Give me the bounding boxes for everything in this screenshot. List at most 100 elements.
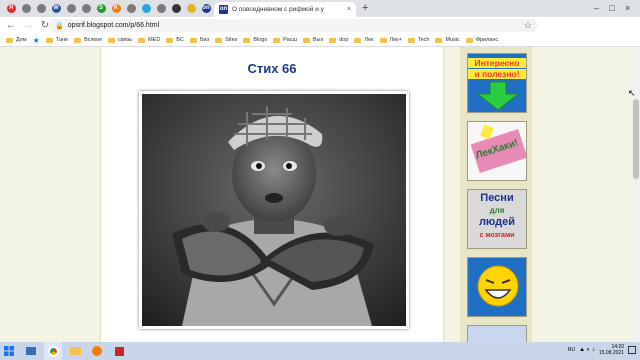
- maximize-icon[interactable]: □: [609, 2, 614, 14]
- sidebar: Интересно и полезно! ЛекХаки! Песни для …: [460, 47, 532, 345]
- folder-icon: [215, 37, 223, 43]
- bookmark-item[interactable]: Blogs: [243, 37, 267, 43]
- browser-toolbar: ← → ↻ 🔒 opsrif.blogspot.com/p/66.html ☆ …: [0, 17, 640, 46]
- banner-line1: Интересно: [468, 58, 526, 68]
- active-tab-title: О повседневном с рифмой и у: [232, 6, 324, 13]
- bookmark-item[interactable]: Music: [435, 37, 460, 43]
- folder-icon: [407, 37, 415, 43]
- bookmark-item[interactable]: Биз: [189, 37, 210, 43]
- browser-tab[interactable]: W: [49, 2, 63, 15]
- url-text: opsrif.blogspot.com/p/66.html: [67, 22, 160, 29]
- bookmark-item[interactable]: ★: [33, 36, 40, 45]
- sber-favicon-icon: S: [96, 4, 106, 13]
- bookmark-item[interactable]: dop: [329, 37, 348, 43]
- avast-icon: [92, 346, 102, 356]
- folder-icon: [166, 37, 174, 43]
- bookmark-label: Фриланс: [475, 37, 499, 43]
- bookmark-item[interactable]: Тане: [45, 37, 69, 43]
- bookmark-star-icon: ★: [32, 35, 40, 45]
- bookmark-item[interactable]: Всякое: [74, 37, 102, 43]
- bookmark-label: Дом: [16, 37, 27, 43]
- bookmark-item[interactable]: Tech: [407, 37, 429, 43]
- browser-tab[interactable]: [139, 2, 153, 15]
- notifications-icon[interactable]: [628, 346, 636, 354]
- browser-tab[interactable]: [154, 2, 168, 15]
- interesting-useful-banner[interactable]: Интересно и полезно!: [467, 53, 527, 113]
- browser-tab[interactable]: [79, 2, 93, 15]
- tray-icons[interactable]: ▲ ◐ ♪: [579, 347, 595, 353]
- browser-tab[interactable]: [184, 2, 198, 15]
- new-tab-button[interactable]: +: [362, 2, 368, 15]
- avast-taskbar-button[interactable]: [88, 342, 106, 360]
- songs-banner[interactable]: Песни для людей с мозгами: [467, 189, 527, 249]
- bookmark-star-icon[interactable]: ☆: [524, 20, 532, 31]
- language-indicator[interactable]: RU: [568, 347, 575, 353]
- smiley-banner[interactable]: [467, 257, 527, 317]
- post-column: Стих 66: [100, 47, 444, 342]
- bookmark-item[interactable]: MED: [138, 37, 160, 43]
- browser-tab[interactable]: on: [199, 2, 213, 15]
- folder-icon: [69, 347, 81, 355]
- site-favicon-gray-icon: [81, 4, 91, 13]
- bookmark-label: Sites: [225, 37, 238, 43]
- close-window-icon[interactable]: ×: [625, 2, 630, 14]
- browser-tab[interactable]: [64, 2, 78, 15]
- banner-line2: для: [489, 206, 505, 215]
- start-button[interactable]: [0, 342, 18, 360]
- bookmark-item[interactable]: Дом: [6, 37, 27, 43]
- forward-arrow-icon[interactable]: →: [22, 20, 34, 32]
- chrome-taskbar-button[interactable]: [44, 342, 62, 360]
- browser-tab[interactable]: K: [109, 2, 123, 15]
- browser-tab[interactable]: [169, 2, 183, 15]
- clock[interactable]: 14:20 15.08.2021: [599, 344, 624, 356]
- active-tab[interactable]: on О повседневном с рифмой и у ×: [214, 2, 356, 17]
- lekhaki-banner[interactable]: ЛекХаки!: [467, 121, 527, 181]
- red-app-icon: [114, 346, 124, 356]
- folder-icon: [74, 37, 82, 43]
- bookmark-item[interactable]: Sites: [215, 37, 237, 43]
- blog-favicon-icon: on: [201, 4, 211, 13]
- site-favicon-gray-icon: [66, 4, 76, 13]
- browser-tab[interactable]: Я: [4, 2, 18, 15]
- folder-icon: [302, 37, 310, 43]
- folder-icon: [189, 37, 197, 43]
- back-arrow-icon[interactable]: ←: [5, 20, 17, 32]
- yellow-favicon-icon: [186, 4, 196, 13]
- browser-tab[interactable]: [124, 2, 138, 15]
- minimize-icon[interactable]: –: [594, 2, 599, 14]
- explorer-icon: [26, 347, 36, 355]
- bookmark-item[interactable]: Лек: [354, 37, 374, 43]
- site-favicon-gray-icon: [156, 4, 166, 13]
- windows-taskbar: RU ▲ ◐ ♪ 14:20 15.08.2021: [0, 342, 640, 360]
- bookmark-item[interactable]: связь: [108, 37, 132, 43]
- browser-tab[interactable]: S: [94, 2, 108, 15]
- browser-tab[interactable]: [34, 2, 48, 15]
- app-taskbar-button[interactable]: [110, 342, 128, 360]
- bookmark-label: Тане: [55, 37, 69, 43]
- bookmark-item[interactable]: Лек+: [379, 37, 402, 43]
- address-bar[interactable]: 🔒 opsrif.blogspot.com/p/66.html ☆: [48, 19, 538, 32]
- folder-taskbar-button[interactable]: [66, 342, 84, 360]
- scrollbar-thumb[interactable]: [633, 99, 639, 179]
- bookmark-item[interactable]: BC: [166, 37, 184, 43]
- bookmark-item[interactable]: Расш: [273, 37, 297, 43]
- explorer-taskbar-button[interactable]: [22, 342, 40, 360]
- folder-icon: [6, 37, 13, 43]
- browser-tab[interactable]: [19, 2, 33, 15]
- windows-logo-icon: [4, 346, 14, 356]
- bookmark-item[interactable]: Вых: [302, 37, 323, 43]
- site-favicon-gray-icon: [21, 4, 31, 13]
- bookmark-label: Лек+: [389, 37, 402, 43]
- bookmark-label: Blogs: [253, 37, 268, 43]
- folder-icon: [465, 37, 473, 43]
- bookmark-label: Расш: [283, 37, 297, 43]
- word-favicon-icon: W: [51, 4, 61, 13]
- lock-icon: 🔒: [55, 22, 64, 30]
- bookmark-label: связь: [118, 37, 133, 43]
- yandex-favicon-icon: Я: [6, 4, 16, 13]
- bookmark-label: Биз: [199, 37, 210, 43]
- tab-close-icon[interactable]: ×: [347, 6, 351, 13]
- bookmark-label: Всякое: [84, 37, 103, 43]
- bookmark-item[interactable]: Фриланс: [465, 37, 499, 43]
- system-tray: RU ▲ ◐ ♪ 14:20 15.08.2021: [568, 344, 636, 356]
